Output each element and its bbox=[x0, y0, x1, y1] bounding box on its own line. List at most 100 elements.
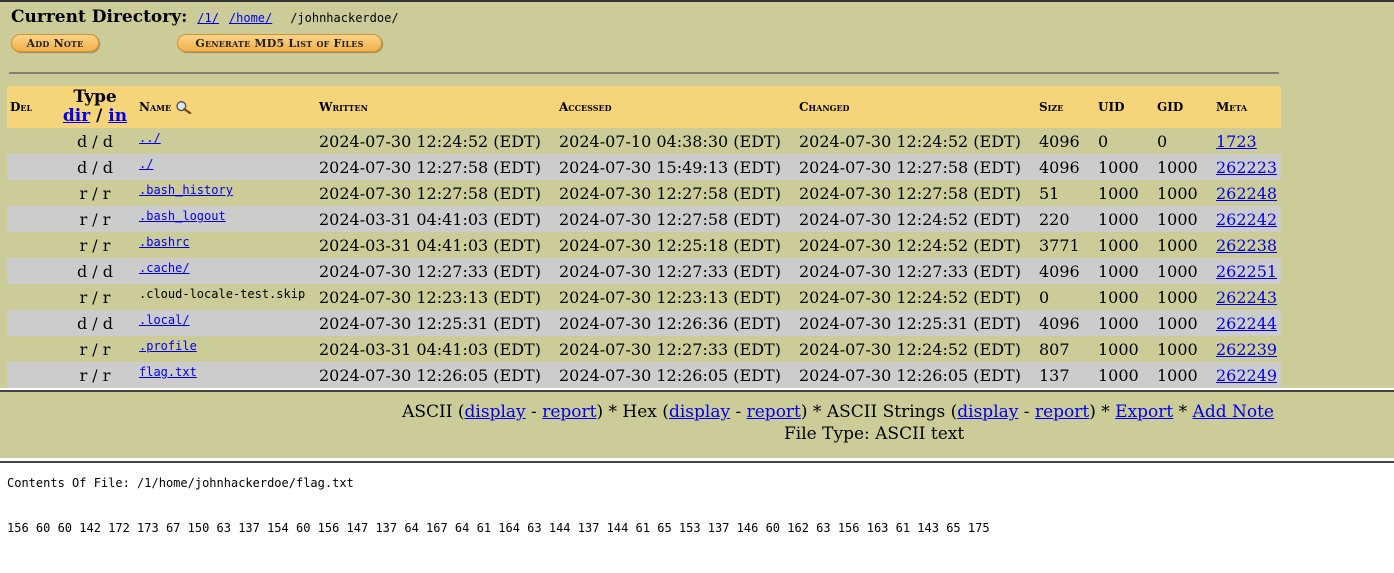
file-name-link[interactable]: ../ bbox=[139, 131, 161, 145]
col-del: Del bbox=[7, 86, 54, 128]
cell-del bbox=[7, 232, 54, 258]
cell-type: r / r bbox=[54, 206, 136, 232]
cell-gid: 1000 bbox=[1154, 336, 1213, 362]
meta-link[interactable]: 262251 bbox=[1216, 262, 1277, 281]
cell-written: 2024-07-30 12:27:33 (EDT) bbox=[316, 258, 556, 284]
view-links: ASCII (display - report) * Hex (display … bbox=[402, 402, 1274, 422]
col-size: Size bbox=[1036, 86, 1095, 128]
cell-name: .cache/ bbox=[136, 258, 316, 284]
cell-written: 2024-07-30 12:23:13 (EDT) bbox=[316, 284, 556, 310]
meta-link[interactable]: 262238 bbox=[1216, 236, 1277, 255]
cell-written: 2024-03-31 04:41:03 (EDT) bbox=[316, 206, 556, 232]
export-link[interactable]: Export bbox=[1115, 402, 1173, 422]
cell-uid: 1000 bbox=[1095, 310, 1154, 336]
col-name-label: Name bbox=[139, 99, 172, 114]
file-name-link[interactable]: .local/ bbox=[139, 313, 190, 327]
hex-report-link[interactable]: report bbox=[747, 402, 801, 422]
meta-link[interactable]: 262243 bbox=[1216, 288, 1277, 307]
table-row: r / r .bash_history 2024-07-30 12:27:58 (E… bbox=[7, 180, 1281, 206]
cell-meta: 262223 bbox=[1213, 154, 1281, 180]
cell-gid: 1000 bbox=[1154, 206, 1213, 232]
col-meta: Meta bbox=[1213, 86, 1281, 128]
strings-report-link[interactable]: report bbox=[1035, 402, 1089, 422]
cell-size: 807 bbox=[1036, 336, 1095, 362]
file-name-link[interactable]: ./ bbox=[139, 157, 153, 171]
cell-name: ../ bbox=[136, 128, 316, 154]
cell-name: .bash_logout bbox=[136, 206, 316, 232]
cell-gid: 1000 bbox=[1154, 362, 1213, 388]
table-row: r / r .profile 2024-03-31 04:41:03 (EDT) 20… bbox=[7, 336, 1281, 362]
ascii-label: ASCII bbox=[402, 402, 453, 422]
cell-uid: 1000 bbox=[1095, 284, 1154, 310]
cell-gid: 1000 bbox=[1154, 180, 1213, 206]
table-row: r / r .cloud-locale-test.skip 2024-07-30 1… bbox=[7, 284, 1281, 310]
cell-written: 2024-07-30 12:27:58 (EDT) bbox=[316, 154, 556, 180]
file-name-link[interactable]: flag.txt bbox=[139, 365, 197, 379]
type-dir-link[interactable]: dir bbox=[63, 106, 90, 126]
cell-name: .profile bbox=[136, 336, 316, 362]
breadcrumb-root-link[interactable]: /1/ bbox=[197, 11, 219, 25]
table-row: d / d .cache/2024-07-30 12:27:33 (EDT) 202… bbox=[7, 258, 1281, 284]
cell-changed: 2024-07-30 12:25:31 (EDT) bbox=[796, 310, 1036, 336]
meta-link[interactable]: 262223 bbox=[1216, 158, 1277, 177]
cell-type: d / d bbox=[54, 310, 136, 336]
cell-written: 2024-07-30 12:26:05 (EDT) bbox=[316, 362, 556, 388]
add-note-button[interactable]: Add Note bbox=[11, 34, 99, 52]
cell-size: 51 bbox=[1036, 180, 1095, 206]
file-type: File Type: ASCII text bbox=[784, 424, 965, 444]
cell-accessed: 2024-07-30 12:23:13 (EDT) bbox=[556, 284, 796, 310]
cell-gid: 1000 bbox=[1154, 310, 1213, 336]
cell-size: 3771 bbox=[1036, 232, 1095, 258]
file-name-link[interactable]: .bash_history bbox=[139, 183, 233, 197]
add-note-link[interactable]: Add Note bbox=[1193, 402, 1274, 422]
cell-gid: 1000 bbox=[1154, 154, 1213, 180]
table-row: d / d ./2024-07-30 12:27:58 (EDT) 2024-07-… bbox=[7, 154, 1281, 180]
current-directory: Current Directory: /1/ /home/ /johnhacke… bbox=[11, 7, 399, 27]
cell-meta: 262239 bbox=[1213, 336, 1281, 362]
cell-changed: 2024-07-30 12:24:52 (EDT) bbox=[796, 128, 1036, 154]
table-row: r / r .bash_logout 2024-03-31 04:41:03 (ED… bbox=[7, 206, 1281, 232]
cell-gid: 0 bbox=[1154, 128, 1213, 154]
table-row: r / r flag.txt 2024-07-30 12:26:05 (EDT) 20… bbox=[7, 362, 1281, 388]
cell-meta: 1723 bbox=[1213, 128, 1281, 154]
file-name-link[interactable]: .cache/ bbox=[139, 261, 190, 275]
meta-link[interactable]: 1723 bbox=[1216, 132, 1257, 151]
cell-gid: 1000 bbox=[1154, 232, 1213, 258]
type-in-link[interactable]: in bbox=[108, 106, 127, 126]
ascii-display-link[interactable]: display bbox=[465, 402, 526, 422]
breadcrumb-current: /johnhackerdoe/ bbox=[290, 11, 399, 25]
meta-link[interactable]: 262242 bbox=[1216, 210, 1277, 229]
meta-link[interactable]: 262244 bbox=[1216, 314, 1277, 333]
search-icon[interactable] bbox=[175, 100, 193, 115]
cell-meta: 262244 bbox=[1213, 310, 1281, 336]
cell-accessed: 2024-07-30 12:27:33 (EDT) bbox=[556, 258, 796, 284]
cell-size: 4096 bbox=[1036, 154, 1095, 180]
cell-del bbox=[7, 336, 54, 362]
breadcrumb-home-link[interactable]: /home/ bbox=[229, 11, 272, 25]
cell-del bbox=[7, 206, 54, 232]
cell-name: .bash_history bbox=[136, 180, 316, 206]
cell-type: d / d bbox=[54, 258, 136, 284]
ascii-report-link[interactable]: report bbox=[542, 402, 596, 422]
cell-del bbox=[7, 258, 54, 284]
meta-link[interactable]: 262249 bbox=[1216, 366, 1277, 385]
table-row: d / d ../2024-07-30 12:24:52 (EDT) 2024-07… bbox=[7, 128, 1281, 154]
hex-label: Hex bbox=[622, 402, 657, 422]
cell-meta: 262243 bbox=[1213, 284, 1281, 310]
type-sep: / bbox=[90, 106, 109, 126]
cell-meta: 262242 bbox=[1213, 206, 1281, 232]
cell-del bbox=[7, 154, 54, 180]
cell-del bbox=[7, 180, 54, 206]
strings-display-link[interactable]: display bbox=[957, 402, 1018, 422]
file-name-link[interactable]: .profile bbox=[139, 339, 197, 353]
cell-uid: 1000 bbox=[1095, 232, 1154, 258]
cell-written: 2024-07-30 12:27:58 (EDT) bbox=[316, 180, 556, 206]
file-contents: 156 60 60 142 172 173 67 150 63 137 154 … bbox=[7, 521, 990, 535]
cell-accessed: 2024-07-30 12:26:05 (EDT) bbox=[556, 362, 796, 388]
meta-link[interactable]: 262248 bbox=[1216, 184, 1277, 203]
generate-md5-button[interactable]: Generate MD5 List of Files bbox=[177, 34, 382, 52]
meta-link[interactable]: 262239 bbox=[1216, 340, 1277, 359]
file-name-link[interactable]: .bash_logout bbox=[139, 209, 226, 223]
hex-display-link[interactable]: display bbox=[669, 402, 730, 422]
file-name-link[interactable]: .bashrc bbox=[139, 235, 190, 249]
